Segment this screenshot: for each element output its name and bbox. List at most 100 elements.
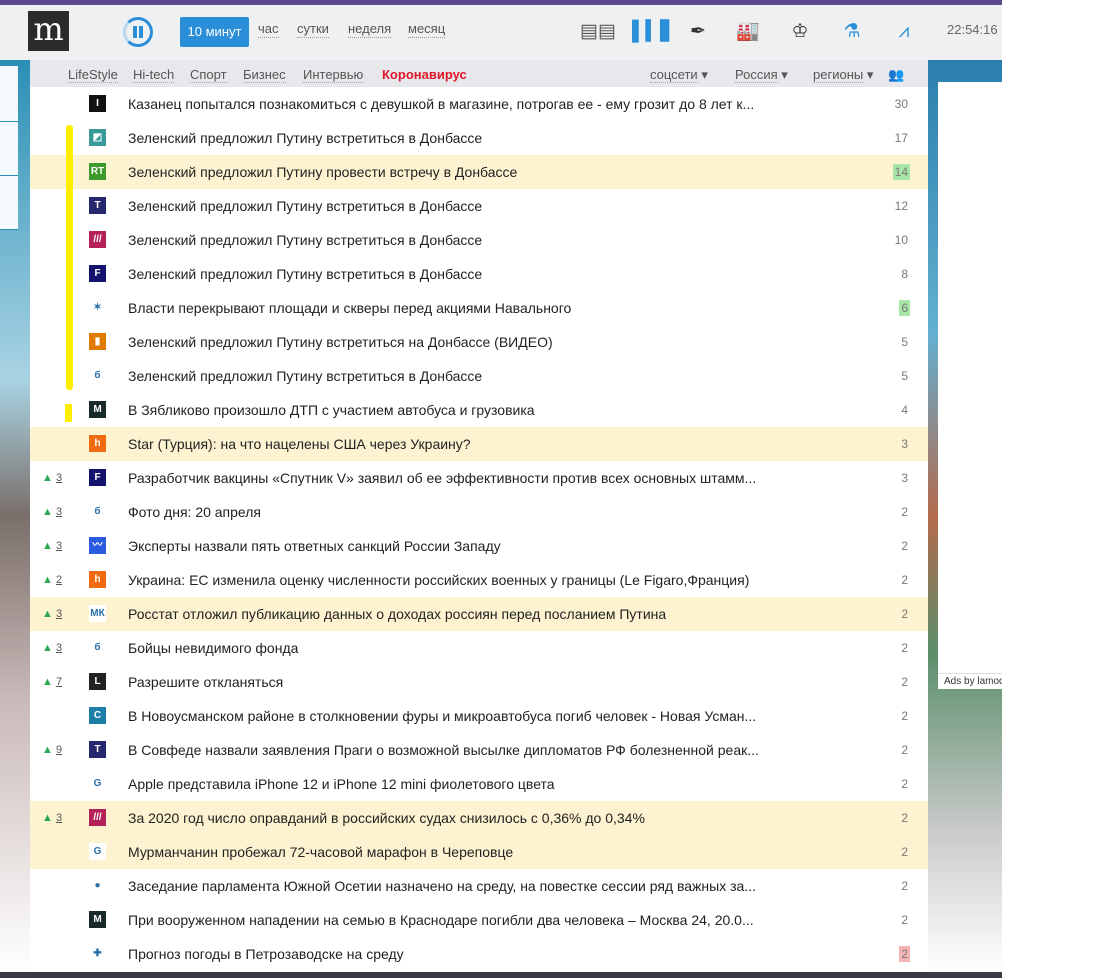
news-title[interactable]: Прогноз погоды в Петрозаводске на среду (128, 946, 404, 962)
source-count[interactable]: 4 (899, 402, 910, 418)
news-title[interactable]: При вооруженном нападении на семью в Кра… (128, 912, 754, 928)
news-title[interactable]: Бойцы невидимого фонда (128, 640, 298, 656)
source-logo-icon[interactable]: ● (89, 877, 106, 894)
news-title[interactable]: В Зябликово произошло ДТП с участием авт… (128, 402, 535, 418)
period-month[interactable]: месяц (408, 21, 446, 38)
source-logo-icon[interactable]: б (89, 639, 106, 656)
news-title[interactable]: Зеленский предложил Путину встретиться в… (128, 266, 482, 282)
news-title[interactable]: Зеленский предложил Путину встретиться в… (128, 198, 482, 214)
source-logo-icon[interactable]: F (89, 469, 106, 486)
news-row[interactable]: G Apple представила iPhone 12 и iPhone 12… (30, 767, 928, 801)
source-count[interactable]: 5 (899, 334, 910, 350)
news-row[interactable]: ▲ 3 〰 Эксперты назвали пять ответных санкц… (30, 529, 928, 563)
news-row[interactable]: ◩ Зеленский предложил Путину встретиться … (30, 121, 928, 155)
source-count[interactable]: 2 (899, 504, 910, 520)
cat-sport[interactable]: Спорт (190, 67, 227, 83)
source-logo-icon[interactable]: I (89, 95, 106, 112)
news-title[interactable]: Казанец попытался познакомиться с девушк… (128, 96, 754, 112)
news-title[interactable]: Фото дня: 20 апреля (128, 504, 261, 520)
news-row[interactable]: б Зеленский предложил Путину встретиться … (30, 359, 928, 393)
source-count[interactable]: 2 (899, 640, 910, 656)
period-week[interactable]: неделя (348, 21, 392, 38)
pen-icon[interactable]: ✒ (686, 21, 710, 43)
news-row[interactable]: ▮ Зеленский предложил Путину встретиться … (30, 325, 928, 359)
flask-icon[interactable]: ⚗ (840, 21, 864, 43)
source-count[interactable]: 8 (899, 266, 910, 282)
news-row[interactable]: T Зеленский предложил Путину встретиться … (30, 189, 928, 223)
source-count[interactable]: 2 (899, 572, 910, 588)
news-title[interactable]: Власти перекрывают площади и скверы пере… (128, 300, 571, 316)
source-count[interactable]: 2 (899, 606, 910, 622)
news-title[interactable]: Зеленский предложил Путину встретиться н… (128, 334, 553, 350)
news-title[interactable]: Разрешите откланяться (128, 674, 283, 690)
dropdown-regions[interactable]: регионы ▾ (813, 67, 873, 83)
news-title[interactable]: Разработчик вакцины «Спутник V» заявил о… (128, 470, 756, 486)
source-count[interactable]: 5 (899, 368, 910, 384)
news-row[interactable]: C В Новоусманском районе в столкновении ф… (30, 699, 928, 733)
ad-label[interactable]: Ads by lamoda (938, 673, 1002, 689)
news-row[interactable]: ▲ 7 L Разрешите откланяться 2 (30, 665, 928, 699)
news-title[interactable]: Эксперты назвали пять ответных санкций Р… (128, 538, 501, 554)
news-row[interactable]: M При вооруженном нападении на семью в Кр… (30, 903, 928, 937)
news-row[interactable]: h Star (Турция): на что нацелены США чере… (30, 427, 928, 461)
news-row[interactable]: ▲ 2 h Украина: ЕС изменила оценку численно… (30, 563, 928, 597)
period-day[interactable]: сутки (297, 21, 329, 38)
cat-coronavirus[interactable]: Коронавирус (382, 67, 467, 82)
news-title[interactable]: Apple представила iPhone 12 и iPhone 12 … (128, 776, 555, 792)
source-logo-icon[interactable]: G (89, 775, 106, 792)
source-logo-icon[interactable]: МК (89, 605, 106, 622)
source-count[interactable]: 3 (899, 436, 910, 452)
pause-icon[interactable] (123, 17, 153, 47)
cat-lifestyle[interactable]: LifeStyle (68, 67, 118, 83)
news-title[interactable]: В Совфеде назвали заявления Праги о возм… (128, 742, 759, 758)
news-title[interactable]: Заседание парламента Южной Осетии назнач… (128, 878, 756, 894)
news-title[interactable]: Росстат отложил публикацию данных о дохо… (128, 606, 666, 622)
news-row[interactable]: G Мурманчанин пробежал 72-часовой марафон… (30, 835, 928, 869)
news-title[interactable]: Мурманчанин пробежал 72-часовой марафон … (128, 844, 513, 860)
source-logo-icon[interactable]: ✶ (89, 299, 106, 316)
source-logo-icon[interactable]: RT (89, 163, 106, 180)
crown-icon[interactable]: ♔ (788, 21, 812, 43)
news-title[interactable]: За 2020 год число оправданий в российски… (128, 810, 645, 826)
rank-change[interactable]: ▲ 3 (42, 472, 62, 484)
source-count[interactable]: 2 (899, 708, 910, 724)
period-10min[interactable]: 10 минут (180, 17, 249, 47)
source-count[interactable]: 2 (899, 742, 910, 758)
source-count[interactable]: 14 (892, 164, 910, 180)
dropdown-russia[interactable]: Россия ▾ (735, 67, 788, 83)
source-count[interactable]: 2 (899, 844, 910, 860)
bar-chart-icon[interactable]: ▌▍▋ (632, 21, 675, 43)
news-title[interactable]: Зеленский предложил Путину встретиться в… (128, 368, 482, 384)
source-logo-icon[interactable]: M (89, 911, 106, 928)
news-row[interactable]: RT Зеленский предложил Путину провести вс… (30, 155, 928, 189)
rank-change[interactable]: ▲ 3 (42, 540, 62, 552)
rank-change[interactable]: ▲ 7 (42, 676, 62, 688)
news-row[interactable]: F Зеленский предложил Путину встретиться … (30, 257, 928, 291)
source-count[interactable]: 10 (893, 232, 910, 248)
dropdown-social[interactable]: соцсети ▾ (650, 67, 708, 83)
source-logo-icon[interactable]: ✚ (89, 945, 106, 962)
news-row[interactable]: ✶ Власти перекрывают площади и скверы пер… (30, 291, 928, 325)
source-count[interactable]: 6 (899, 300, 910, 316)
source-logo-icon[interactable]: б (89, 503, 106, 520)
news-row[interactable]: M В Зябликово произошло ДТП с участием ав… (30, 393, 928, 427)
rank-change[interactable]: ▲ 9 (42, 744, 62, 756)
source-logo-icon[interactable]: T (89, 197, 106, 214)
rank-change[interactable]: ▲ 3 (42, 608, 62, 620)
factory-icon[interactable]: 🏭 (736, 21, 760, 43)
news-title[interactable]: Зеленский предложил Путину провести встр… (128, 164, 517, 180)
source-count[interactable]: 2 (899, 674, 910, 690)
source-count[interactable]: 2 (899, 810, 910, 826)
source-logo-icon[interactable]: б (89, 367, 106, 384)
news-row[interactable]: ▲ 3 б Фото дня: 20 апреля 2 (30, 495, 928, 529)
trend-icon[interactable]: ⩘ (892, 21, 916, 43)
news-row[interactable]: ▲ 3 МК Росстат отложил публикацию данных о… (30, 597, 928, 631)
source-logo-icon[interactable]: /// (89, 231, 106, 248)
source-count[interactable]: 30 (893, 96, 910, 112)
people-icon[interactable]: 👥 (888, 67, 904, 82)
source-logo-icon[interactable]: M (89, 401, 106, 418)
period-hour[interactable]: час (258, 21, 279, 38)
news-row[interactable]: ✚ Прогноз погоды в Петрозаводске на среду… (30, 937, 928, 971)
cat-interview[interactable]: Интервью (303, 67, 364, 83)
news-row[interactable]: ● Заседание парламента Южной Осетии назна… (30, 869, 928, 903)
